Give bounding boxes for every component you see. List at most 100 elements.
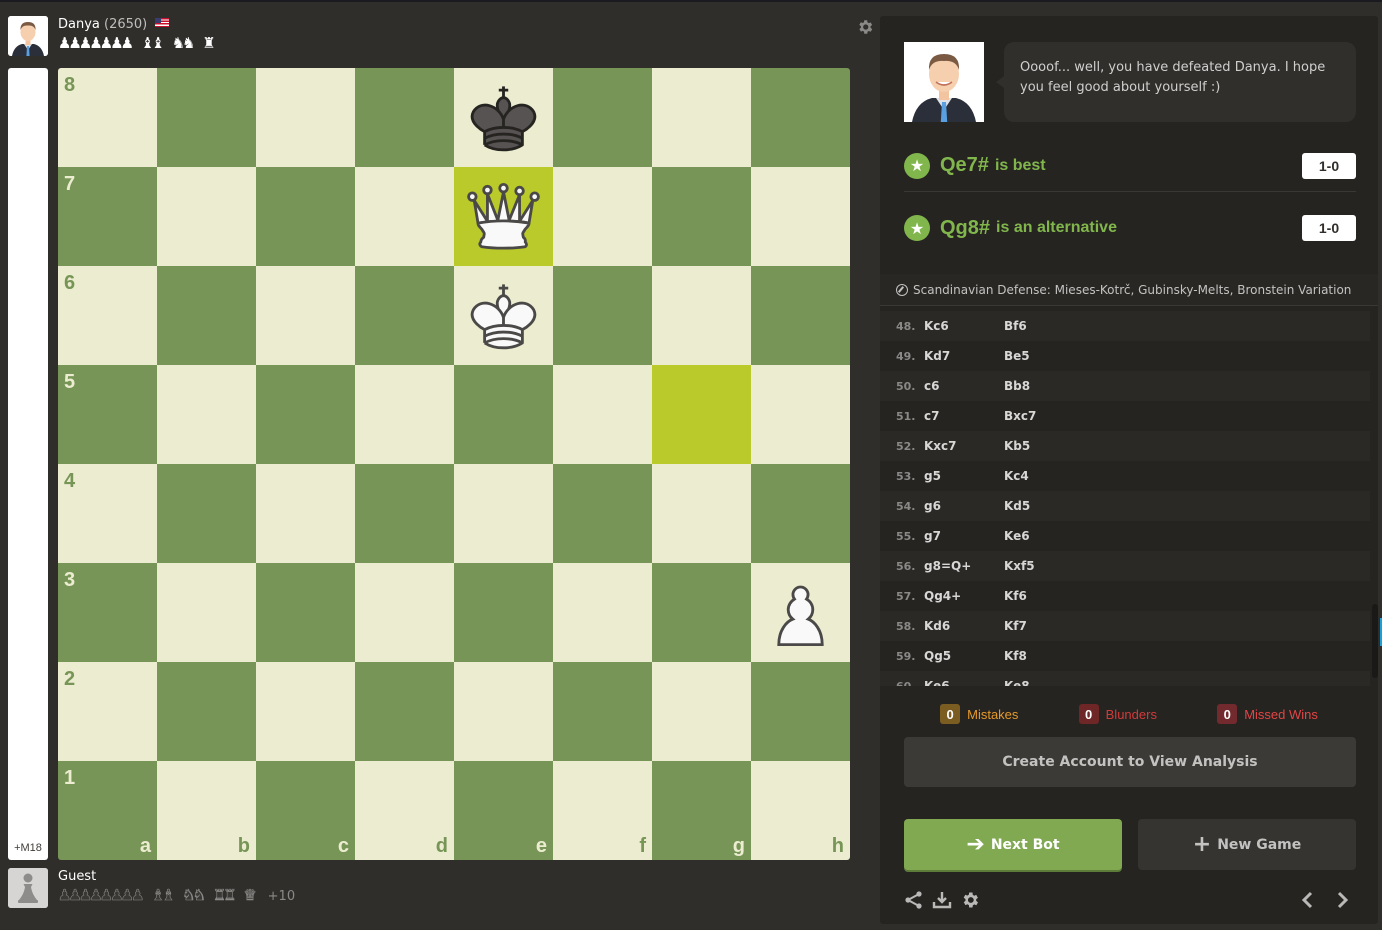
square-g3[interactable] (652, 563, 751, 662)
square-e4[interactable] (454, 464, 553, 563)
square-d3[interactable] (355, 563, 454, 662)
black-move[interactable]: Kf8 (1004, 649, 1084, 663)
square-a5[interactable]: 5 (58, 365, 157, 464)
white-move[interactable]: c7 (924, 409, 1004, 423)
square-d6[interactable] (355, 266, 454, 365)
square-b2[interactable] (157, 662, 256, 761)
square-c3[interactable] (256, 563, 355, 662)
square-c5[interactable] (256, 365, 355, 464)
square-c6[interactable] (256, 266, 355, 365)
square-f7[interactable] (553, 167, 652, 266)
white-move[interactable]: c6 (924, 379, 1004, 393)
guest-avatar[interactable] (8, 868, 48, 908)
square-h7[interactable] (751, 167, 850, 266)
black-move[interactable]: Bxc7 (1004, 409, 1084, 423)
square-e1[interactable]: e (454, 761, 553, 860)
square-d4[interactable] (355, 464, 454, 563)
square-e5[interactable] (454, 365, 553, 464)
square-a7[interactable]: 7 (58, 167, 157, 266)
board-settings-gear-icon[interactable] (856, 18, 874, 36)
square-e7[interactable] (454, 167, 553, 266)
square-f6[interactable] (553, 266, 652, 365)
square-a6[interactable]: 6 (58, 266, 157, 365)
square-h8[interactable] (751, 68, 850, 167)
square-e2[interactable] (454, 662, 553, 761)
square-h4[interactable] (751, 464, 850, 563)
white-move[interactable]: Kc6 (924, 319, 1004, 333)
opening-name-bar[interactable]: Scandinavian Defense: Mieses-Kotrč, Gubi… (880, 274, 1378, 306)
square-d1[interactable]: d (355, 761, 454, 860)
square-a8[interactable]: 8 (58, 68, 157, 167)
square-f1[interactable]: f (553, 761, 652, 860)
white-move[interactable]: Ke6 (924, 679, 1004, 686)
best-move-line[interactable]: ★ Qe7# is best 1-0 (904, 140, 1356, 192)
black-move[interactable]: Kf6 (1004, 589, 1084, 603)
white-move[interactable]: g5 (924, 469, 1004, 483)
square-d8[interactable] (355, 68, 454, 167)
square-h6[interactable] (751, 266, 850, 365)
settings-gear-icon[interactable] (960, 890, 980, 910)
square-b4[interactable] (157, 464, 256, 563)
square-e8[interactable] (454, 68, 553, 167)
white-move[interactable]: Kd7 (924, 349, 1004, 363)
square-c2[interactable] (256, 662, 355, 761)
black-king-piece-icon[interactable] (461, 75, 546, 160)
square-f4[interactable] (553, 464, 652, 563)
white-pawn-piece-icon[interactable] (758, 570, 843, 655)
black-move[interactable]: Be5 (1004, 349, 1084, 363)
square-b1[interactable]: b (157, 761, 256, 860)
white-queen-piece-icon[interactable] (461, 174, 546, 259)
square-b8[interactable] (157, 68, 256, 167)
square-a2[interactable]: 2 (58, 662, 157, 761)
square-a1[interactable]: 1a (58, 761, 157, 860)
square-d7[interactable] (355, 167, 454, 266)
download-icon[interactable] (932, 890, 952, 910)
black-move[interactable]: Ke6 (1004, 529, 1084, 543)
square-d2[interactable] (355, 662, 454, 761)
black-move[interactable]: Kd5 (1004, 499, 1084, 513)
next-bot-button[interactable]: ➔ Next Bot (904, 819, 1122, 870)
square-f5[interactable] (553, 365, 652, 464)
square-g1[interactable]: g (652, 761, 751, 860)
black-move[interactable]: Bf6 (1004, 319, 1084, 333)
guest-name[interactable]: Guest (58, 868, 295, 886)
square-b7[interactable] (157, 167, 256, 266)
white-move[interactable]: g7 (924, 529, 1004, 543)
black-move[interactable]: Bb8 (1004, 379, 1084, 393)
black-move[interactable]: Kxf5 (1004, 559, 1084, 573)
create-account-button[interactable]: Create Account to View Analysis (904, 737, 1356, 787)
chevron-right-icon[interactable] (1332, 890, 1352, 910)
opponent-name[interactable]: Danya (58, 17, 100, 32)
white-move[interactable]: g6 (924, 499, 1004, 513)
alternative-move-line[interactable]: ★ Qg8# is an alternative 1-0 (904, 202, 1356, 254)
square-g6[interactable] (652, 266, 751, 365)
white-move[interactable]: Kd6 (924, 619, 1004, 633)
square-a4[interactable]: 4 (58, 464, 157, 563)
black-move[interactable]: Kb5 (1004, 439, 1084, 453)
square-h3[interactable] (751, 563, 850, 662)
black-move[interactable]: Ke8 (1004, 679, 1084, 686)
black-move[interactable]: Kc4 (1004, 469, 1084, 483)
new-game-button[interactable]: + New Game (1138, 819, 1356, 870)
square-c8[interactable] (256, 68, 355, 167)
square-c7[interactable] (256, 167, 355, 266)
square-g2[interactable] (652, 662, 751, 761)
square-f8[interactable] (553, 68, 652, 167)
white-king-piece-icon[interactable] (461, 273, 546, 358)
square-h1[interactable]: h (751, 761, 850, 860)
chevron-left-icon[interactable] (1298, 890, 1318, 910)
square-c4[interactable] (256, 464, 355, 563)
move-list[interactable]: 48. Kc6 Bf6 49. Kd7 Be5 50. c6 Bb8 51. c7 Bxc7 52. Kx… (880, 311, 1370, 686)
square-g5[interactable] (652, 365, 751, 464)
square-g7[interactable] (652, 167, 751, 266)
square-d5[interactable] (355, 365, 454, 464)
square-b6[interactable] (157, 266, 256, 365)
square-g8[interactable] (652, 68, 751, 167)
square-c1[interactable]: c (256, 761, 355, 860)
square-e3[interactable] (454, 563, 553, 662)
square-h5[interactable] (751, 365, 850, 464)
white-move[interactable]: Qg5 (924, 649, 1004, 663)
white-move[interactable]: Kxc7 (924, 439, 1004, 453)
square-b5[interactable] (157, 365, 256, 464)
square-g4[interactable] (652, 464, 751, 563)
